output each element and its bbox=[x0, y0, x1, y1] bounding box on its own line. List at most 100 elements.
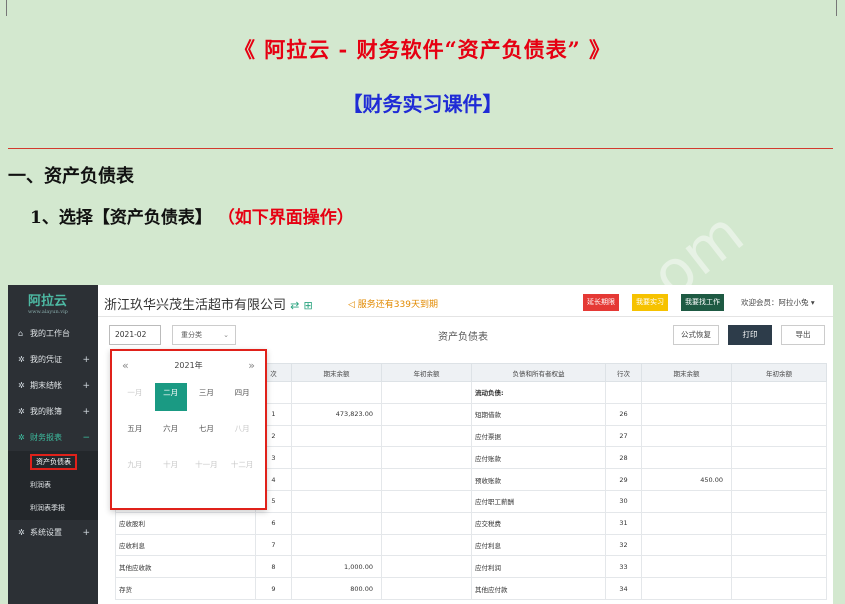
table-cell[interactable] bbox=[731, 577, 827, 600]
month-option[interactable]: 五月 bbox=[119, 419, 151, 447]
month-picker: « 2021年 » 一月 二月 三月 四月五月 六月 七月 八月九月 十月 十一月 十二月 bbox=[110, 349, 267, 510]
sidebar-item-vouchers[interactable]: ✲ 我的凭证 + bbox=[8, 347, 98, 373]
sidebar-item-workbench[interactable]: ⌂ 我的工作台 bbox=[8, 321, 98, 347]
table-cell[interactable] bbox=[381, 511, 472, 535]
month-option[interactable]: 三月 bbox=[191, 383, 223, 411]
table-cell: 27 bbox=[605, 424, 642, 448]
month-option[interactable]: 一月 bbox=[119, 383, 151, 411]
column-header: 行次 bbox=[605, 363, 642, 382]
table-cell[interactable] bbox=[291, 489, 382, 513]
sidebar-item-reports[interactable]: ✲ 财务报表 − bbox=[8, 425, 98, 451]
table-cell: 28 bbox=[605, 446, 642, 470]
table-cell: 存货 bbox=[115, 577, 256, 600]
table-cell[interactable] bbox=[641, 577, 732, 600]
sidebar-item-settings[interactable]: ✲ 系统设置 + bbox=[8, 520, 98, 546]
table-cell[interactable] bbox=[641, 381, 732, 404]
sidebar-item-label: 财务报表 bbox=[30, 433, 62, 442]
gear-icon: ✲ bbox=[18, 355, 25, 364]
table-cell: 预收账款 bbox=[471, 468, 606, 491]
month-option[interactable]: 二月 bbox=[154, 383, 187, 411]
table-cell[interactable] bbox=[731, 424, 827, 448]
table-cell[interactable] bbox=[731, 468, 827, 491]
print-button[interactable]: 打印 bbox=[728, 325, 772, 345]
month-option[interactable]: 十二月 bbox=[226, 455, 258, 483]
table-cell[interactable] bbox=[731, 402, 827, 426]
table-cell[interactable] bbox=[641, 402, 732, 426]
table-cell[interactable] bbox=[291, 533, 382, 557]
chevron-down-icon: ⌄ bbox=[223, 331, 229, 339]
table-cell[interactable] bbox=[381, 555, 472, 579]
top-bar: 浙江玖华兴茂生活超市有限公司 ⇄ ⊞ ◁ 服务还有339天到期 延长期限 我要实… bbox=[98, 285, 833, 317]
table-cell: 应收股利 bbox=[115, 511, 256, 535]
sidebar-item-ledgers[interactable]: ✲ 我的账簿 + bbox=[8, 399, 98, 425]
table-cell[interactable] bbox=[291, 381, 382, 404]
month-option[interactable]: 四月 bbox=[226, 383, 258, 411]
month-option[interactable]: 八月 bbox=[226, 419, 258, 447]
next-year-icon[interactable]: » bbox=[248, 359, 255, 372]
table-cell[interactable] bbox=[731, 446, 827, 470]
logo-url: www.alayun.vip bbox=[28, 309, 68, 315]
table-cell: 短期借款 bbox=[471, 402, 606, 426]
sidebar-item-closing[interactable]: ✲ 期末结帐 + bbox=[8, 373, 98, 399]
table-cell[interactable] bbox=[641, 511, 732, 535]
table-cell: 9 bbox=[255, 577, 292, 600]
table-cell[interactable] bbox=[381, 424, 472, 448]
table-cell[interactable] bbox=[641, 489, 732, 513]
table-cell[interactable] bbox=[731, 381, 827, 404]
table-cell: 6 bbox=[255, 511, 292, 535]
month-option[interactable]: 十月 bbox=[155, 455, 187, 483]
switch-icon[interactable]: ⇄ bbox=[290, 299, 299, 312]
table-cell[interactable] bbox=[731, 511, 827, 535]
table-cell[interactable] bbox=[381, 446, 472, 470]
table-cell[interactable]: 800.00 bbox=[291, 577, 382, 600]
table-cell[interactable]: 450.00 bbox=[641, 468, 732, 491]
table-cell[interactable] bbox=[731, 533, 827, 557]
table-cell[interactable] bbox=[381, 468, 472, 491]
table-cell[interactable] bbox=[641, 533, 732, 557]
table-cell: 26 bbox=[605, 402, 642, 426]
table-cell: 应付利润 bbox=[471, 555, 606, 579]
user-menu[interactable]: 欢迎会员：阿拉小兔 ▾ bbox=[741, 297, 815, 308]
internship-button[interactable]: 我要实习 bbox=[632, 294, 668, 311]
table-cell[interactable] bbox=[641, 555, 732, 579]
extend-button[interactable]: 延长期限 bbox=[583, 294, 619, 311]
month-option[interactable]: 九月 bbox=[119, 455, 151, 483]
export-button[interactable]: 导出 bbox=[781, 325, 825, 345]
step-note: （如下界面操作） bbox=[217, 208, 354, 228]
logo: 阿拉云 www.alayun.vip bbox=[8, 285, 98, 321]
table-cell[interactable] bbox=[641, 424, 732, 448]
sidebar-subitem-balance-sheet[interactable]: 资产负债表 bbox=[8, 451, 98, 474]
sidebar-subitem-income-statement[interactable]: 利润表 bbox=[8, 474, 98, 497]
table-cell[interactable] bbox=[291, 468, 382, 491]
table-cell[interactable] bbox=[291, 446, 382, 470]
company-name: 浙江玖华兴茂生活超市有限公司 ⇄ ⊞ bbox=[104, 294, 313, 313]
bell-icon: ◁ bbox=[348, 300, 358, 310]
month-option[interactable]: 七月 bbox=[191, 419, 223, 447]
table-cell[interactable] bbox=[381, 533, 472, 557]
table-cell[interactable] bbox=[291, 424, 382, 448]
add-company-icon[interactable]: ⊞ bbox=[304, 299, 313, 312]
table-cell[interactable] bbox=[641, 446, 732, 470]
sidebar-subitem-income-quarterly[interactable]: 利润表季报 bbox=[8, 497, 98, 520]
table-cell[interactable] bbox=[381, 402, 472, 426]
table-cell[interactable] bbox=[731, 555, 827, 579]
table-cell: 7 bbox=[255, 533, 292, 557]
prev-year-icon[interactable]: « bbox=[122, 359, 129, 372]
sidebar-subitem-label: 资产负债表 bbox=[30, 454, 77, 470]
service-notice-text: 服务还有339天到期 bbox=[357, 300, 438, 310]
period-date-input[interactable]: 2021-02 bbox=[109, 325, 161, 345]
reclassify-select[interactable]: 重分类 ⌄ bbox=[172, 325, 236, 345]
table-cell[interactable]: 473,823.00 bbox=[291, 402, 382, 426]
month-option[interactable]: 十一月 bbox=[191, 455, 223, 483]
table-cell: 流动负债: bbox=[471, 381, 606, 404]
column-header: 年初余额 bbox=[381, 363, 472, 382]
table-cell[interactable]: 1,000.00 bbox=[291, 555, 382, 579]
month-option[interactable]: 六月 bbox=[155, 419, 187, 447]
table-cell[interactable] bbox=[731, 489, 827, 513]
table-cell[interactable] bbox=[381, 381, 472, 404]
table-cell[interactable] bbox=[291, 511, 382, 535]
formula-restore-button[interactable]: 公式恢复 bbox=[673, 325, 719, 345]
picker-year: 2021年 bbox=[174, 360, 203, 370]
table-cell[interactable] bbox=[381, 577, 472, 600]
table-cell[interactable] bbox=[381, 489, 472, 513]
